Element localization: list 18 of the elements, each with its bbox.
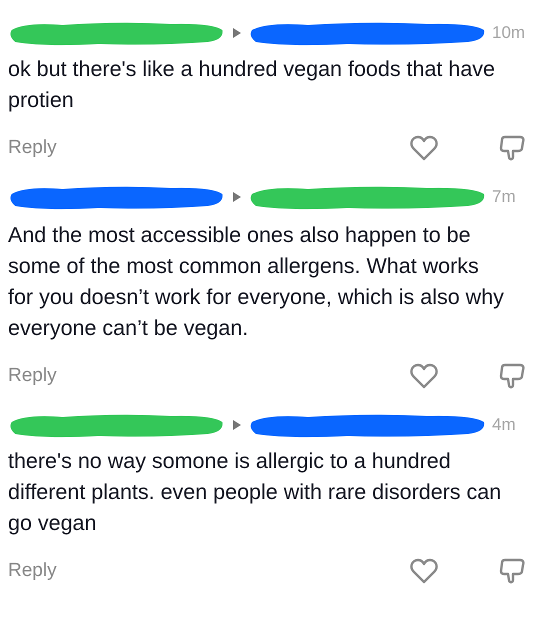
thumbs-down-icon[interactable] xyxy=(498,134,526,162)
comment-text: there's no way somone is allergic to a hundred different plants. even people with rare disorders can go vegan xyxy=(8,448,502,537)
arrow-icon xyxy=(232,27,242,39)
heart-icon[interactable] xyxy=(410,558,438,584)
reply-link[interactable]: Reply xyxy=(8,560,57,582)
comment-time: 10m xyxy=(492,23,526,43)
heart-icon[interactable] xyxy=(410,135,438,161)
arrow-icon xyxy=(232,191,242,203)
heart-icon[interactable] xyxy=(410,363,438,389)
comment-time: 4m xyxy=(492,415,516,435)
thumbs-down-icon[interactable] xyxy=(498,362,526,390)
reply-link[interactable]: Reply xyxy=(8,365,57,387)
reply-link[interactable]: Reply xyxy=(8,137,57,159)
comment-time: 7m xyxy=(492,187,516,207)
arrow-icon xyxy=(232,419,242,431)
comment-text: ok but there's like a hundred vegan foods that have protien xyxy=(8,56,496,114)
thumbs-down-icon[interactable] xyxy=(498,557,526,585)
comment-text: And the most accessible ones also happen to be some of the most common allergens. What works for you doesn’t work for everyone, which is also why everyone can’t be vegan. xyxy=(8,222,505,342)
